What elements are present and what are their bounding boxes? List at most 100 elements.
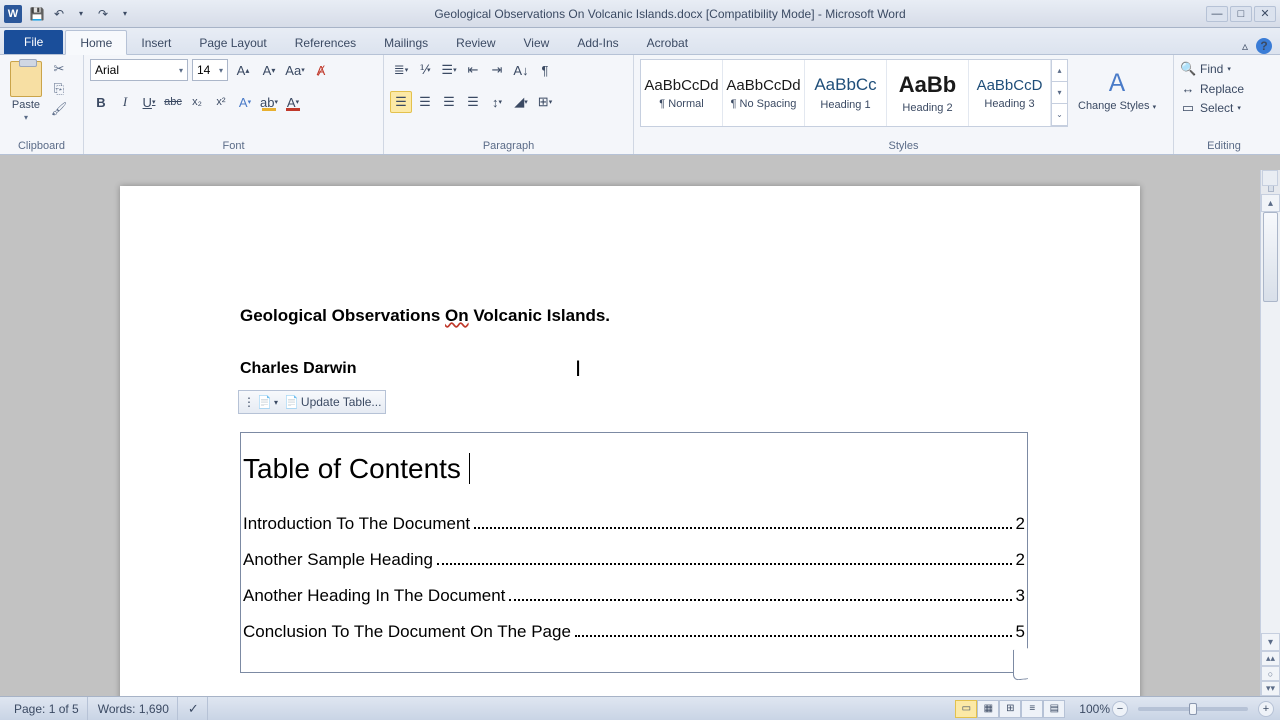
- highlight-button[interactable]: ab▾: [258, 91, 280, 113]
- minimize-ribbon-icon[interactable]: ▵: [1242, 39, 1248, 53]
- undo-icon[interactable]: ↶: [50, 5, 68, 23]
- scroll-down-button[interactable]: ▾: [1261, 633, 1280, 651]
- bullets-button[interactable]: ≣▾: [390, 59, 412, 81]
- line-spacing-button[interactable]: ↕▾: [486, 91, 508, 113]
- replace-button[interactable]: ↔Replace: [1180, 81, 1244, 96]
- tab-home[interactable]: Home: [65, 30, 127, 55]
- save-icon[interactable]: 💾: [28, 5, 46, 23]
- style-normal[interactable]: AaBbCcDd¶ Normal: [641, 60, 723, 126]
- toc-entry[interactable]: Another Heading In The Document 3: [241, 586, 1027, 606]
- multilevel-list-button[interactable]: ☰▾: [438, 59, 460, 81]
- copy-icon[interactable]: ⎘: [50, 81, 68, 97]
- toc-entry[interactable]: Conclusion To The Document On The Page 5: [241, 622, 1027, 642]
- style-heading-1[interactable]: AaBbCcHeading 1: [805, 60, 887, 126]
- change-case-button[interactable]: Aa▾: [284, 59, 306, 81]
- prev-page-button[interactable]: ▴▴: [1261, 651, 1280, 666]
- toc-heading[interactable]: Table of Contents: [241, 451, 1027, 486]
- clear-formatting-button[interactable]: Ⱥ: [310, 59, 332, 81]
- justify-button[interactable]: ☰: [462, 91, 484, 113]
- align-right-button[interactable]: ☰: [438, 91, 460, 113]
- tab-insert[interactable]: Insert: [127, 31, 185, 54]
- text-effects-button[interactable]: A▾: [234, 91, 256, 113]
- full-screen-view[interactable]: ▦: [977, 700, 999, 718]
- italic-button[interactable]: I: [114, 91, 136, 113]
- style-heading-3[interactable]: AaBbCcDHeading 3: [969, 60, 1051, 126]
- close-button[interactable]: ✕: [1254, 6, 1276, 22]
- underline-button[interactable]: U▾: [138, 91, 160, 113]
- tab-acrobat[interactable]: Acrobat: [633, 31, 702, 54]
- zoom-in-button[interactable]: +: [1258, 701, 1274, 717]
- sort-button[interactable]: A↓: [510, 59, 532, 81]
- cut-icon[interactable]: ✂: [50, 61, 68, 77]
- zoom-level[interactable]: 100%: [1079, 702, 1110, 716]
- toc-options-icon[interactable]: 📄: [257, 395, 272, 409]
- customize-qat-icon[interactable]: ▾: [116, 5, 134, 23]
- show-marks-button[interactable]: ¶: [534, 59, 556, 81]
- redo-icon[interactable]: ↷: [94, 5, 112, 23]
- scroll-thumb[interactable]: [1263, 212, 1278, 302]
- toc-entry[interactable]: Another Sample Heading 2: [241, 550, 1027, 570]
- tab-file[interactable]: File: [4, 30, 63, 54]
- change-styles-button[interactable]: Ａ Change Styles ▾: [1072, 59, 1162, 116]
- maximize-button[interactable]: □: [1230, 6, 1252, 22]
- zoom-thumb[interactable]: [1189, 703, 1197, 715]
- superscript-button[interactable]: x²: [210, 91, 232, 113]
- page[interactable]: Geological Observations On Volcanic Isla…: [120, 186, 1140, 696]
- toc-handle-icon[interactable]: ⋮: [243, 395, 255, 409]
- next-page-button[interactable]: ▾▾: [1261, 681, 1280, 696]
- print-layout-view[interactable]: ▭: [955, 700, 977, 718]
- shrink-font-button[interactable]: A▾: [258, 59, 280, 81]
- strikethrough-button[interactable]: abc: [162, 91, 184, 113]
- zoom-slider[interactable]: [1138, 707, 1248, 711]
- draft-view[interactable]: ▤: [1043, 700, 1065, 718]
- find-button[interactable]: 🔍Find ▾: [1180, 61, 1244, 77]
- borders-button[interactable]: ⊞▾: [534, 91, 556, 113]
- decrease-indent-button[interactable]: ⇤: [462, 59, 484, 81]
- format-painter-icon[interactable]: 🖌: [50, 101, 68, 117]
- vertical-scrollbar[interactable]: ▴ ▾ ▴▴ ○ ▾▾: [1260, 170, 1280, 696]
- chevron-down-icon[interactable]: ▾: [72, 5, 90, 23]
- status-page[interactable]: Page: 1 of 5: [6, 697, 88, 720]
- tab-addins[interactable]: Add-Ins: [563, 31, 632, 54]
- toc-field-toolbar[interactable]: ⋮ 📄 ▾ 📄 Update Table...: [238, 390, 386, 414]
- paste-button[interactable]: Paste ▾: [6, 59, 46, 124]
- increase-indent-button[interactable]: ⇥: [486, 59, 508, 81]
- scroll-track[interactable]: [1261, 212, 1280, 633]
- toc-entry[interactable]: Introduction To The Document 2: [241, 514, 1027, 534]
- help-icon[interactable]: ?: [1256, 38, 1272, 54]
- numbering-button[interactable]: ⅟▾: [414, 59, 436, 81]
- grow-font-button[interactable]: A▴: [232, 59, 254, 81]
- tab-references[interactable]: References: [281, 31, 370, 54]
- toc-field[interactable]: Table of Contents Introduction To The Do…: [240, 432, 1028, 673]
- font-name-combo[interactable]: Arial▾: [90, 59, 188, 81]
- align-center-button[interactable]: ☰: [414, 91, 436, 113]
- gallery-scroll[interactable]: ▴▾⌄: [1051, 60, 1067, 126]
- style-no-spacing[interactable]: AaBbCcDd¶ No Spacing: [723, 60, 805, 126]
- select-button[interactable]: ▭Select ▾: [1180, 100, 1244, 116]
- minimize-button[interactable]: —: [1206, 6, 1228, 22]
- font-color-button[interactable]: A▾: [282, 91, 304, 113]
- tab-mailings[interactable]: Mailings: [370, 31, 442, 54]
- style-heading-2[interactable]: AaBbHeading 2: [887, 60, 969, 126]
- tab-page-layout[interactable]: Page Layout: [185, 31, 280, 54]
- web-layout-view[interactable]: ⊞: [999, 700, 1021, 718]
- document-title[interactable]: Geological Observations On Volcanic Isla…: [240, 306, 1020, 326]
- browse-object-button[interactable]: ○: [1261, 666, 1280, 681]
- align-left-button[interactable]: ☰: [390, 91, 412, 113]
- scroll-up-button[interactable]: ▴: [1261, 194, 1280, 212]
- bold-button[interactable]: B: [90, 91, 112, 113]
- styles-gallery[interactable]: AaBbCcDd¶ Normal AaBbCcDd¶ No Spacing Aa…: [640, 59, 1068, 127]
- chevron-down-icon[interactable]: ▾: [274, 398, 278, 407]
- status-words[interactable]: Words: 1,690: [90, 697, 178, 720]
- shading-button[interactable]: ◢▾: [510, 91, 532, 113]
- font-size-combo[interactable]: 14▾: [192, 59, 228, 81]
- tab-view[interactable]: View: [510, 31, 564, 54]
- tab-review[interactable]: Review: [442, 31, 509, 54]
- document-author[interactable]: Charles Darwin: [240, 360, 1020, 378]
- ruler-toggle[interactable]: [1262, 170, 1278, 186]
- zoom-out-button[interactable]: −: [1112, 701, 1128, 717]
- update-table-button[interactable]: Update Table...: [301, 395, 382, 409]
- subscript-button[interactable]: x₂: [186, 91, 208, 113]
- outline-view[interactable]: ≡: [1021, 700, 1043, 718]
- proofing-icon[interactable]: ✓: [180, 697, 208, 720]
